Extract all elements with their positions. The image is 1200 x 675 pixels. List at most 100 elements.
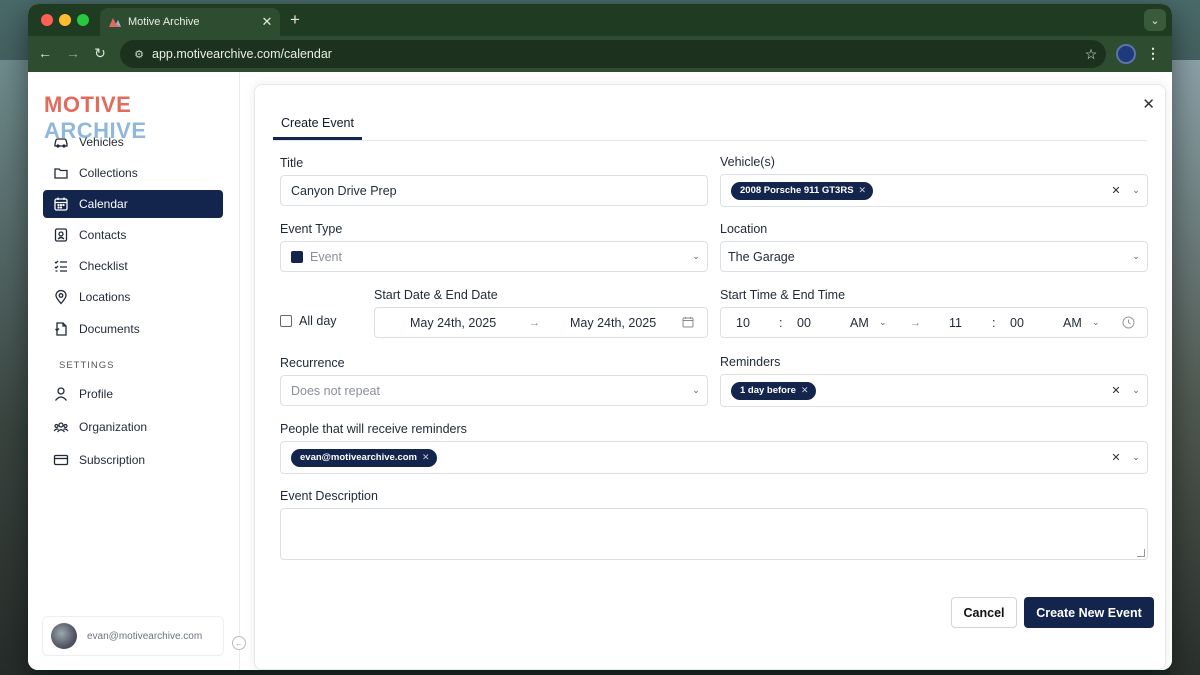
calendar-icon[interactable] <box>682 316 694 331</box>
folder-icon <box>53 165 69 181</box>
sidebar-item-checklist[interactable]: Checklist <box>43 252 223 280</box>
bookmark-star-icon[interactable]: ☆ <box>1076 46 1106 63</box>
start-ampm[interactable]: AM <box>850 316 869 330</box>
close-window-button[interactable] <box>41 14 53 26</box>
event-type-label: Event Type <box>280 222 343 236</box>
sidebar-item-documents[interactable]: Documents <box>43 315 223 343</box>
sidebar-item-organization[interactable]: Organization <box>43 413 223 441</box>
all-day-checkbox[interactable] <box>280 315 292 327</box>
create-new-event-button[interactable]: Create New Event <box>1024 597 1154 628</box>
chevron-down-icon[interactable]: ⌄ <box>1125 385 1147 396</box>
user-icon <box>53 386 69 402</box>
chevron-down-icon[interactable]: ⌄ <box>1125 185 1147 196</box>
chevron-down-icon[interactable]: ⌄ <box>1125 452 1147 463</box>
address-bar[interactable]: ⚙ app.motivearchive.com/calendar ☆ <box>120 40 1106 68</box>
chevron-down-icon[interactable]: ⌄ <box>1092 317 1100 328</box>
remove-chip-icon[interactable]: ✕ <box>859 185 867 196</box>
maximize-window-button[interactable] <box>77 14 89 26</box>
times-label: Start Time & End Time <box>720 288 846 302</box>
tab-search-chevron-icon[interactable]: ⌄ <box>1144 9 1166 31</box>
sidebar-item-label: Checklist <box>79 259 128 274</box>
recurrence-select[interactable]: Does not repeat ⌄ <box>280 375 708 406</box>
close-tab-icon[interactable]: ✕ <box>258 14 276 30</box>
clear-icon[interactable]: ✕ <box>1107 384 1125 397</box>
app-root: MOTIVE ARCHIVE Vehicles Collections Cale… <box>28 72 1172 670</box>
arrow-right-icon: → <box>529 316 540 329</box>
title-label: Title <box>280 156 304 170</box>
sidebar-item-label: Organization <box>79 420 148 434</box>
browser-window: Motive Archive ✕ + ⌄ ← → ↻ ⚙ app.motivea… <box>28 4 1172 670</box>
sidebar-item-locations[interactable]: Locations <box>43 283 223 311</box>
sidebar-item-calendar[interactable]: Calendar <box>43 190 223 219</box>
chevron-down-icon: ⌄ <box>1132 251 1140 261</box>
resize-handle[interactable] <box>1137 549 1145 557</box>
title-input[interactable]: Canyon Drive Prep <box>280 175 708 206</box>
recurrence-value: Does not repeat <box>291 383 380 398</box>
all-day-label[interactable]: All day <box>299 314 337 328</box>
sidebar-item-subscription[interactable]: Subscription <box>43 446 223 474</box>
sidebar-item-vehicles[interactable]: Vehicles <box>43 128 223 156</box>
time-separator: : <box>779 315 783 330</box>
end-hour[interactable]: 11 <box>949 316 962 330</box>
collapse-sidebar-icon[interactable]: ← <box>232 636 246 650</box>
credit-card-icon <box>53 452 69 468</box>
create-event-modal: ✕ Create Event Title Canyon Drive Prep V… <box>254 84 1166 670</box>
new-tab-icon[interactable]: + <box>290 10 300 30</box>
reload-icon[interactable]: ↻ <box>91 45 109 62</box>
people-multiselect[interactable]: evan@motivearchive.com ✕ ✕ ⌄ <box>280 441 1148 474</box>
clear-icon[interactable]: ✕ <box>1107 184 1125 197</box>
reminders-multiselect[interactable]: 1 day before ✕ ✕ ⌄ <box>720 374 1148 407</box>
start-hour[interactable]: 10 <box>736 316 750 330</box>
end-minute[interactable]: 00 <box>1010 316 1024 330</box>
cancel-button[interactable]: Cancel <box>951 597 1017 628</box>
sidebar-item-profile[interactable]: Profile <box>43 380 223 408</box>
vehicle-chip: 2008 Porsche 911 GT3RS ✕ <box>731 181 874 200</box>
avatar <box>51 623 77 649</box>
location-value: The Garage <box>728 249 795 264</box>
description-textarea[interactable] <box>280 508 1148 560</box>
end-ampm[interactable]: AM <box>1063 316 1082 330</box>
checklist-icon <box>53 258 69 274</box>
sidebar-item-contacts[interactable]: Contacts <box>43 221 223 249</box>
clear-icon[interactable]: ✕ <box>1107 451 1125 464</box>
location-select[interactable]: The Garage ⌄ <box>720 241 1148 272</box>
browser-profile-avatar[interactable] <box>1116 44 1136 64</box>
remove-chip-icon[interactable]: ✕ <box>422 452 430 463</box>
sidebar-item-collections[interactable]: Collections <box>43 159 223 187</box>
event-type-select[interactable]: Event ⌄ <box>280 241 708 272</box>
sidebar-item-label: Vehicles <box>79 135 124 149</box>
chevron-down-icon[interactable]: ⌄ <box>879 317 887 328</box>
date-range-picker[interactable]: May 24th, 2025 → May 24th, 2025 <box>374 307 708 338</box>
forward-arrow-icon[interactable]: → <box>64 45 82 61</box>
minimize-window-button[interactable] <box>59 14 71 26</box>
start-date-value[interactable]: May 24th, 2025 <box>410 316 496 330</box>
modal-tabs: Create Event <box>273 109 1147 141</box>
sidebar-nav: Vehicles Collections Calendar Contacts C… <box>43 128 223 346</box>
browser-menu-icon[interactable]: ⋮ <box>1146 45 1160 62</box>
person-chip: evan@motivearchive.com ✕ <box>291 448 437 467</box>
user-account-card[interactable]: evan@motivearchive.com <box>42 616 224 656</box>
clock-icon[interactable] <box>1122 316 1135 332</box>
remove-chip-icon[interactable]: ✕ <box>801 385 809 396</box>
tab-create-event[interactable]: Create Event <box>273 109 362 140</box>
sidebar-item-label: Calendar <box>79 197 128 212</box>
reminder-chip: 1 day before ✕ <box>731 381 816 400</box>
start-minute[interactable]: 00 <box>797 316 811 330</box>
back-arrow-icon[interactable]: ← <box>36 45 54 61</box>
sidebar-item-label: Profile <box>79 387 114 401</box>
sidebar-item-label: Documents <box>79 321 140 336</box>
vehicles-multiselect[interactable]: 2008 Porsche 911 GT3RS ✕ ✕ ⌄ <box>720 174 1148 207</box>
time-range-picker[interactable]: 10 : 00 AM ⌄ → 11 : 00 AM ⌄ <box>720 307 1148 338</box>
browser-tab[interactable]: Motive Archive ✕ <box>100 8 280 36</box>
document-icon <box>53 321 69 337</box>
site-settings-icon[interactable]: ⚙ <box>126 48 152 61</box>
sidebar-item-label: Collections <box>79 166 138 181</box>
end-date-value[interactable]: May 24th, 2025 <box>570 316 656 330</box>
url-text[interactable]: app.motivearchive.com/calendar <box>152 47 1076 61</box>
person-chip-label: evan@motivearchive.com <box>300 452 417 463</box>
users-icon <box>53 419 69 435</box>
sidebar-item-label: Contacts <box>79 228 127 243</box>
event-type-value: Event <box>310 249 342 264</box>
event-color-swatch <box>291 250 303 263</box>
dates-label: Start Date & End Date <box>374 288 498 302</box>
